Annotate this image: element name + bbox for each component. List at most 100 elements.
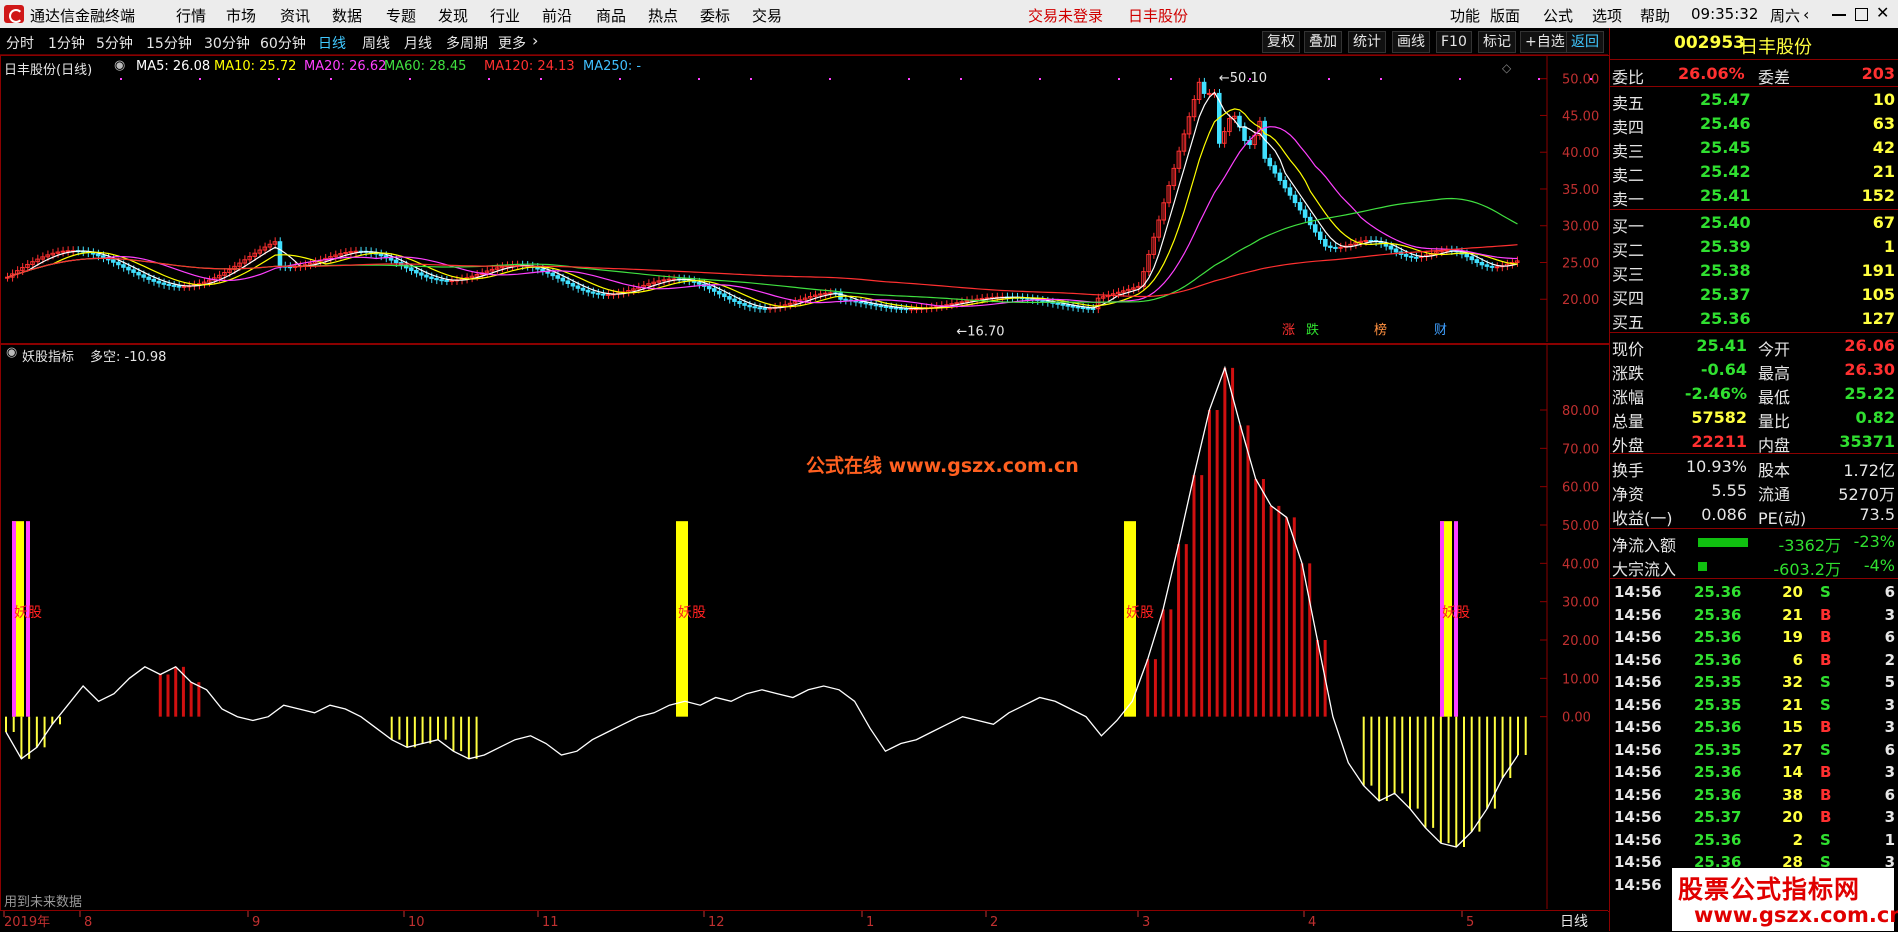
price-chart[interactable]: 50.00 45.00 40.00 35.00 30.00 25.00 20.00 ←50.1… — [0, 56, 1608, 342]
book-volume: 42 — [1872, 138, 1895, 157]
tick-row[interactable]: 14:56 25.36 2 S 1 — [1610, 829, 1898, 851]
period-tab-3[interactable]: 15分钟 — [146, 33, 192, 53]
tool-button-2[interactable]: 统计 — [1348, 31, 1386, 53]
period-tab-10[interactable]: 更多 — [498, 33, 526, 53]
signal-dot — [1170, 78, 1172, 80]
book-price: 25.38 — [1700, 261, 1751, 280]
menu-1[interactable]: 市场 — [226, 5, 256, 26]
event-tag-1[interactable]: 跌 — [1306, 322, 1319, 338]
tool-button-1[interactable]: 叠加 — [1304, 31, 1342, 53]
book-price: 25.36 — [1700, 309, 1751, 328]
menu-10[interactable]: 委标 — [700, 5, 730, 26]
menu-11[interactable]: 交易 — [752, 5, 782, 26]
event-tag-2[interactable]: 榜 — [1374, 322, 1387, 338]
indicator-chart[interactable]: 80.00 70.00 60.00 50.00 40.00 30.00 20.00 10.00… — [0, 344, 1608, 909]
book-row[interactable]: 买三 25.38 191 — [1610, 259, 1898, 284]
book-row[interactable]: 卖三 25.45 42 — [1610, 136, 1898, 161]
candle-body — [378, 253, 384, 257]
app-title: 通达信金融终端 — [30, 7, 136, 25]
period-tab-8[interactable]: 月线 — [404, 33, 432, 53]
tool-button-3[interactable]: 画线 — [1392, 31, 1430, 53]
right-menu-2[interactable]: 公式 — [1543, 5, 1573, 26]
tool-button-7[interactable]: 返回 — [1566, 31, 1604, 53]
event-tag-3[interactable]: 财 — [1434, 323, 1447, 338]
tick-row[interactable]: 14:56 25.36 15 B 3 — [1610, 716, 1898, 738]
quote-label: 今开 — [1758, 340, 1791, 359]
book-row[interactable]: 卖一 25.41 152 — [1610, 184, 1898, 209]
tick-row[interactable]: 14:56 25.36 38 B 6 — [1610, 784, 1898, 806]
tick-row[interactable]: 14:56 25.36 21 B 3 — [1610, 604, 1898, 626]
login-status[interactable]: 交易未登录 — [1028, 5, 1103, 26]
x-axis-label: 2 — [990, 915, 998, 930]
tick-row[interactable]: 14:56 25.36 6 B 2 — [1610, 649, 1898, 671]
menu-5[interactable]: 发现 — [438, 5, 468, 26]
quote-label: 最低 — [1758, 388, 1791, 407]
period-tab-4[interactable]: 30分钟 — [204, 33, 250, 53]
menu-9[interactable]: 热点 — [648, 5, 678, 26]
period-tab-9[interactable]: 多周期 — [446, 33, 488, 53]
book-row[interactable]: 买一 25.40 67 — [1610, 211, 1898, 236]
tick-row[interactable]: 14:56 25.36 20 S 6 — [1610, 581, 1898, 603]
right-menu-0[interactable]: 功能 — [1450, 5, 1480, 26]
indicator-line — [5, 365, 1519, 848]
right-menu-4[interactable]: 帮助 — [1640, 5, 1670, 26]
more-chevron-icon[interactable]: › — [532, 31, 538, 50]
menu-4[interactable]: 专题 — [386, 5, 416, 26]
candle-body — [141, 274, 146, 278]
period-tab-1[interactable]: 1分钟 — [48, 33, 85, 53]
tick-row[interactable]: 14:56 25.35 21 S 3 — [1610, 694, 1898, 716]
expand-diamond-icon[interactable]: ◇ — [1502, 61, 1512, 75]
period-tab-7[interactable]: 周线 — [362, 33, 390, 53]
menu-2[interactable]: 资讯 — [280, 5, 310, 26]
stock-name: 日丰股份 — [1740, 37, 1812, 58]
tick-row[interactable]: 14:56 25.35 27 S 6 — [1610, 739, 1898, 761]
menu-6[interactable]: 行业 — [490, 5, 520, 26]
fund-value: 5270万 — [1838, 485, 1895, 504]
menu-3[interactable]: 数据 — [332, 5, 362, 26]
candle-body — [722, 293, 727, 298]
tick-price: 25.35 — [1694, 695, 1742, 714]
menu-8[interactable]: 商品 — [596, 5, 626, 26]
book-row[interactable]: 买四 25.37 105 — [1610, 283, 1898, 308]
x-axis-label: 12 — [708, 915, 725, 930]
tool-button-5[interactable]: 标记 — [1478, 31, 1516, 53]
book-row[interactable]: 卖二 25.42 21 — [1610, 160, 1898, 185]
book-price: 25.39 — [1700, 237, 1751, 256]
tool-button-4[interactable]: F10 — [1436, 31, 1472, 53]
flow-bar — [1698, 538, 1748, 547]
candle-body — [868, 303, 874, 306]
candle-body — [1055, 302, 1060, 305]
period-tab-5[interactable]: 60分钟 — [260, 33, 306, 53]
tick-row[interactable]: 14:56 25.35 32 S 5 — [1610, 671, 1898, 693]
minimize-icon[interactable] — [1832, 14, 1846, 16]
period-tab-6[interactable]: 日线 — [318, 33, 346, 53]
right-menu-1[interactable]: 版面 — [1490, 5, 1520, 26]
tool-button-0[interactable]: 复权 — [1262, 31, 1300, 53]
tool-button-6[interactable]: +自选 — [1520, 31, 1570, 53]
fund-label: 净资 — [1612, 485, 1645, 504]
book-row[interactable]: 卖五 25.47 10 — [1610, 88, 1898, 113]
tick-volume: 19 — [1782, 628, 1803, 646]
book-row[interactable]: 卖四 25.46 63 — [1610, 112, 1898, 137]
app-logo-icon — [4, 5, 24, 23]
book-row[interactable]: 买二 25.39 1 — [1610, 235, 1898, 260]
tick-row[interactable]: 14:56 25.36 14 B 3 — [1610, 761, 1898, 783]
candle-body — [171, 284, 177, 287]
menu-0[interactable]: 行情 — [176, 5, 206, 26]
book-row[interactable]: 买五 25.36 127 — [1610, 307, 1898, 332]
x-axis-label: 1 — [866, 915, 874, 930]
tick-row[interactable]: 14:56 25.36 19 B 6 — [1610, 626, 1898, 648]
period-tab-2[interactable]: 5分钟 — [96, 33, 133, 53]
close-icon[interactable]: ✕ — [1876, 3, 1889, 22]
candle-body — [166, 283, 172, 286]
tick-side: B — [1820, 605, 1832, 624]
tick-price: 25.36 — [1694, 650, 1742, 669]
event-tag-0[interactable]: 涨 — [1282, 323, 1295, 338]
period-tab-0[interactable]: 分时 — [6, 33, 34, 53]
maximize-icon[interactable] — [1855, 8, 1868, 21]
signal-dot — [488, 78, 490, 80]
back-icon[interactable]: ‹ — [1803, 5, 1809, 24]
tick-row[interactable]: 14:56 25.37 20 B 3 — [1610, 806, 1898, 828]
menu-7[interactable]: 前沿 — [542, 5, 572, 26]
right-menu-3[interactable]: 选项 — [1592, 5, 1622, 26]
